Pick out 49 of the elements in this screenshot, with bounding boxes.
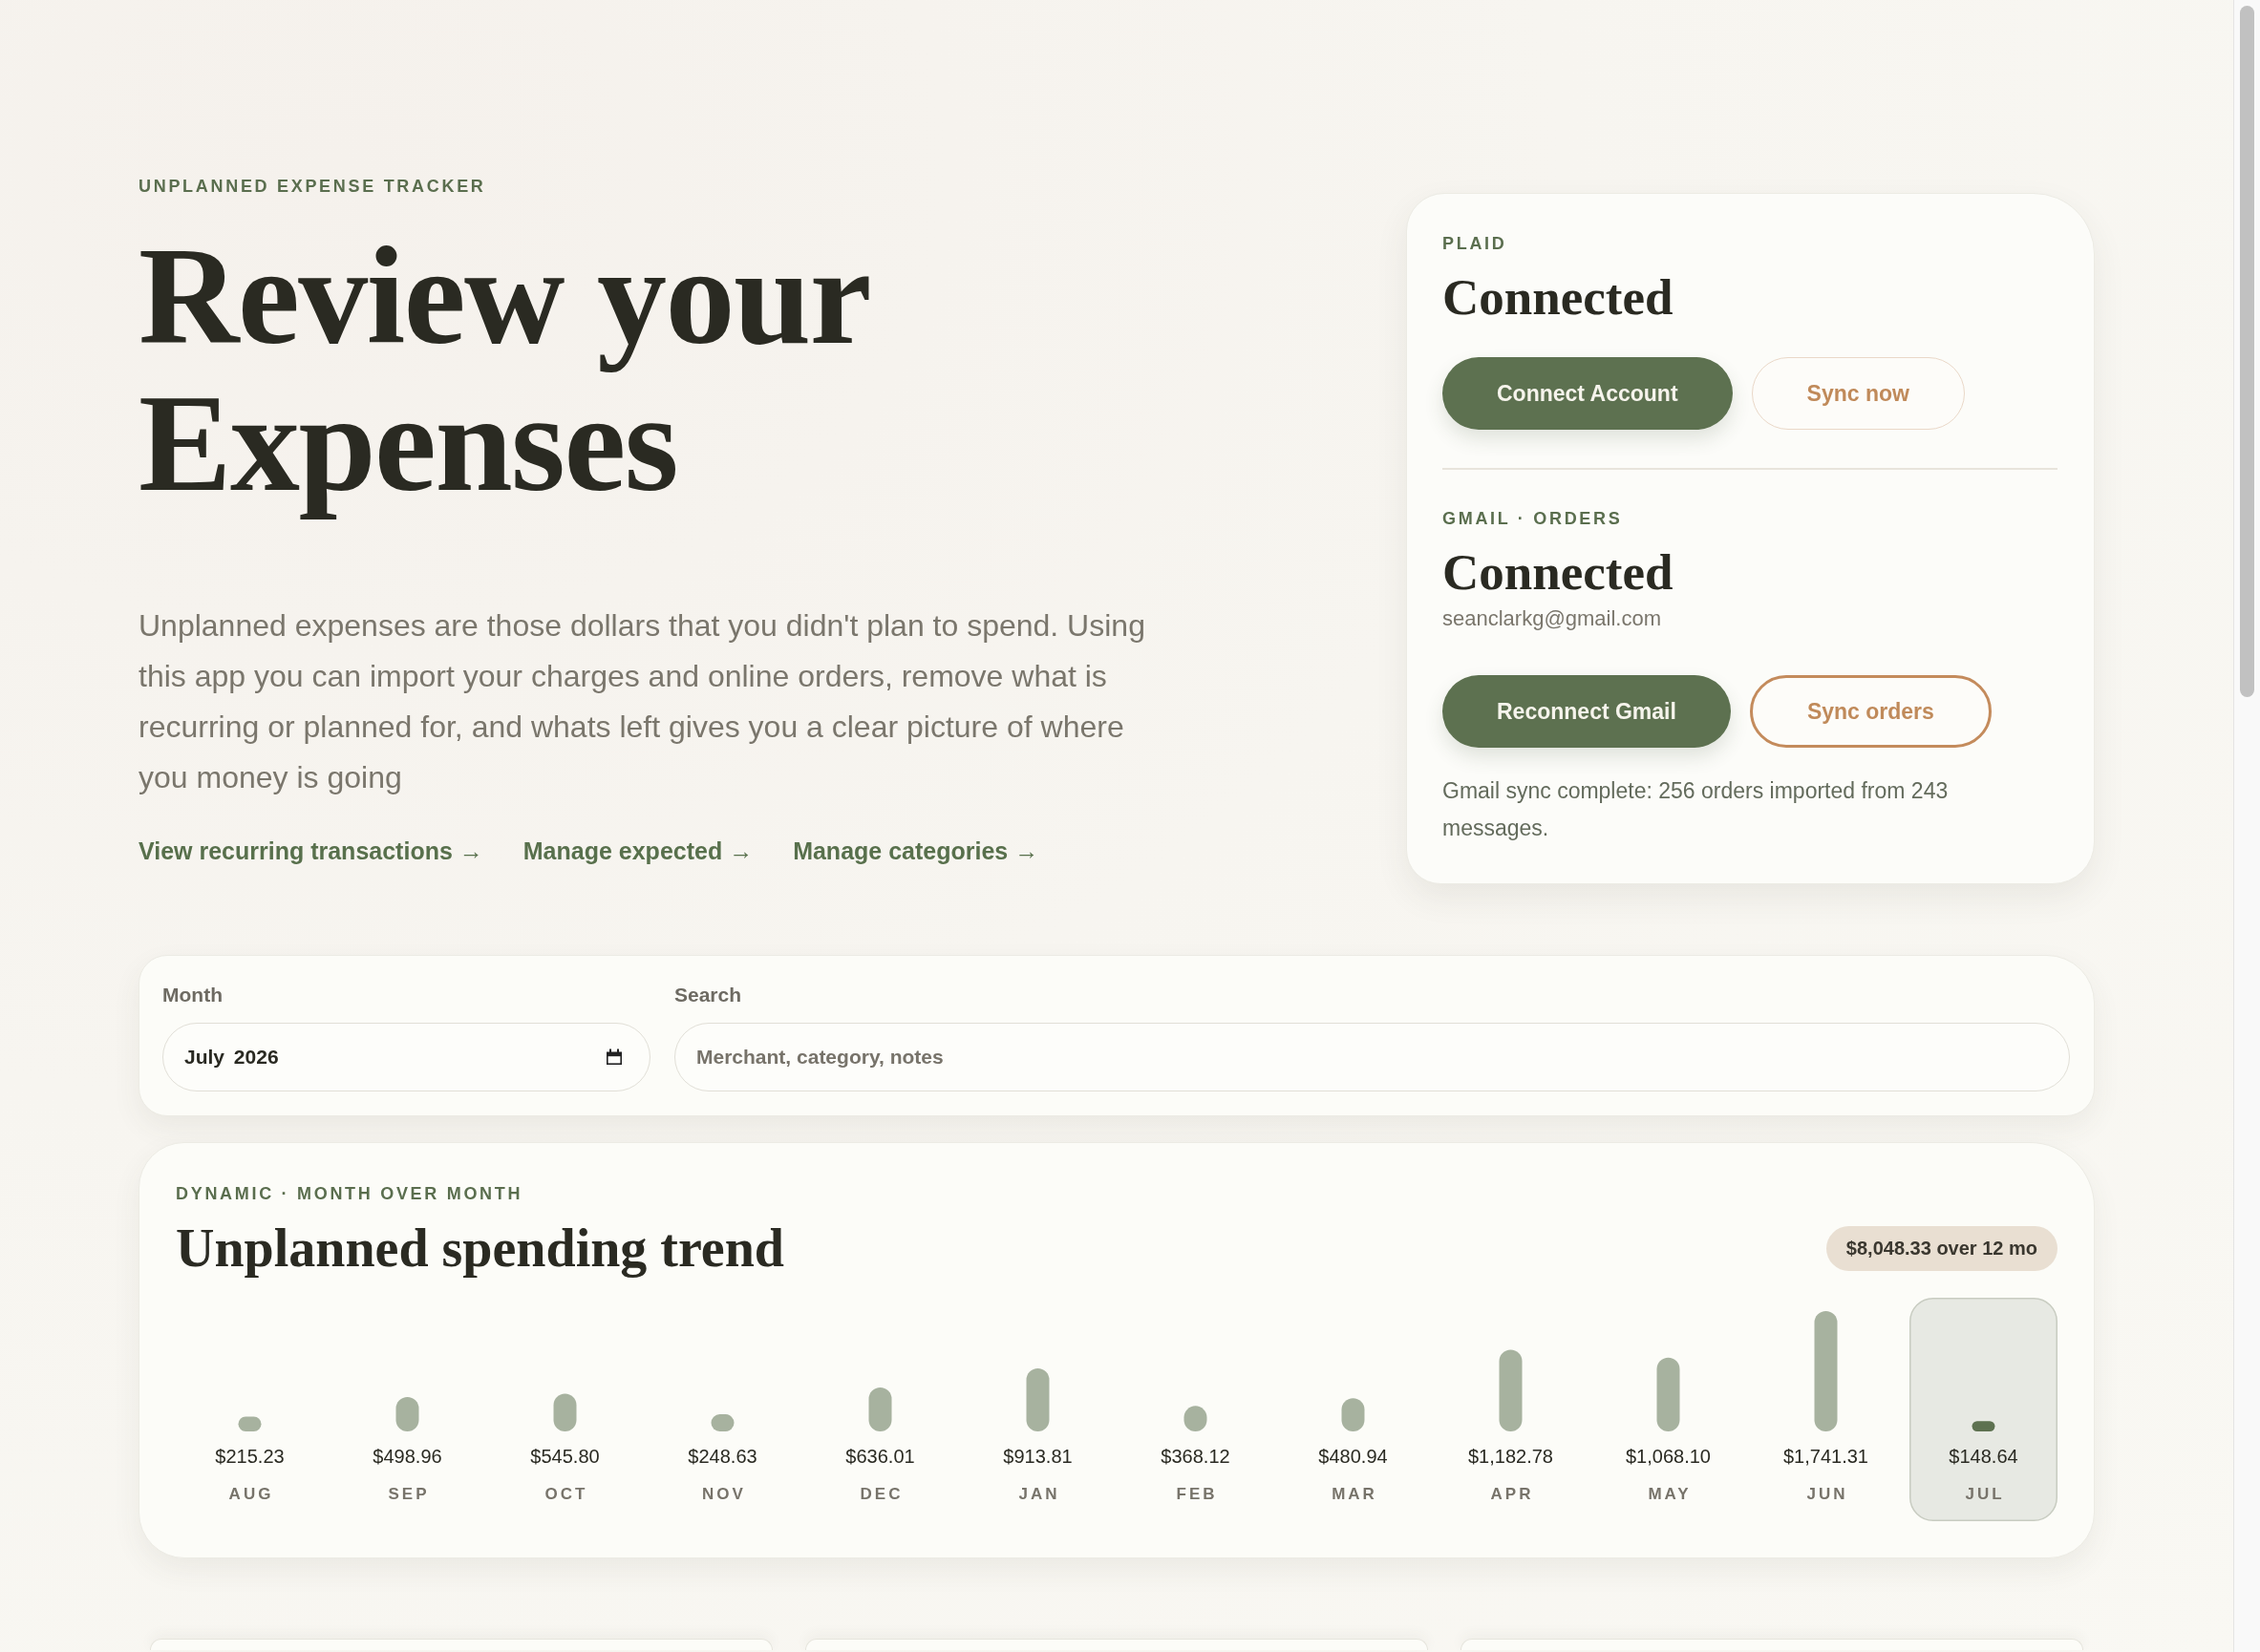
secondary-button[interactable]: Sync orders: [1749, 675, 1992, 748]
total-badge: $8,048.33 over 12 mo: [1825, 1226, 2057, 1271]
calendar-icon[interactable]: [606, 1048, 623, 1066]
intro-paragraph: Unplanned expenses are those dollars that you didn't plan to spend. Using this app you can import your charges and online orders, remove what is recurring or planned for, and whats left gives you a clear picture of where you money is going: [139, 607, 1146, 796]
primary-button[interactable]: Connect Account: [1442, 357, 1733, 430]
month-axis-label: MAR: [1332, 1485, 1377, 1503]
month-axis-label: JUN: [1806, 1485, 1848, 1503]
field-label: Search: [674, 984, 742, 1006]
bar-value-label: $545.80: [530, 1446, 600, 1467]
search-field[interactable]: Merchant, category, notes: [674, 1023, 2070, 1091]
month-axis-label: AUG: [228, 1485, 274, 1503]
source-label: GMAIL · ORDERS: [1442, 508, 1623, 529]
month-axis-label: JUL: [1965, 1485, 2005, 1503]
month-axis-label: DEC: [860, 1485, 904, 1503]
section-eyebrow: DYNAMIC · MONTH OVER MONTH: [176, 1183, 523, 1204]
nav-link[interactable]: Manage categories →: [793, 837, 1039, 865]
month-axis-label: APR: [1490, 1485, 1534, 1503]
primary-button[interactable]: Reconnect Gmail: [1442, 675, 1731, 748]
secondary-button[interactable]: Sync now: [1751, 357, 1965, 430]
scrollbar-thumb[interactable]: [2240, 6, 2254, 697]
bar-value-label: $148.64: [1949, 1446, 2018, 1467]
bar-value-label: $1,741.31: [1783, 1446, 1868, 1467]
bar-value-label: $636.01: [845, 1446, 915, 1467]
bar-value-label: $1,182.78: [1468, 1446, 1553, 1467]
bar-value-label: $368.12: [1161, 1446, 1230, 1467]
month-axis-label: MAY: [1648, 1485, 1692, 1503]
bar-value-label: $913.81: [1003, 1446, 1073, 1467]
field-label: Month: [162, 984, 223, 1006]
month-field[interactable]: July 2026: [162, 1023, 650, 1091]
account-email: seanclarkg@gmail.com: [1442, 605, 1661, 632]
nav-link[interactable]: Manage expected →: [522, 837, 754, 865]
nav-link[interactable]: View recurring transactions →: [139, 837, 483, 865]
section-title: Unplanned spending trend: [176, 1218, 784, 1280]
bar-value-label: $215.23: [215, 1446, 285, 1467]
app-eyebrow: UNPLANNED EXPENSE TRACKER: [139, 176, 486, 197]
selected-month-highlight[interactable]: [1909, 1298, 2057, 1521]
source-label: PLAID: [1442, 233, 1507, 254]
sync-status-message: Gmail sync complete: 256 orders imported from 243 messages.: [1442, 777, 1950, 842]
bar-value-label: $248.63: [688, 1446, 757, 1467]
connection-status: Connected: [1442, 268, 1674, 327]
month-axis-label: OCT: [544, 1485, 588, 1503]
bar-value-label: $1,068.10: [1626, 1446, 1711, 1467]
month-axis-label: NOV: [702, 1485, 746, 1503]
bar-value-label: $498.96: [373, 1446, 442, 1467]
bar-value-label: $480.94: [1318, 1446, 1388, 1467]
month-axis-label: JAN: [1018, 1485, 1060, 1503]
month-axis-label: FEB: [1176, 1485, 1218, 1503]
connection-status: Connected: [1442, 543, 1674, 602]
month-axis-label: SEP: [388, 1485, 430, 1503]
